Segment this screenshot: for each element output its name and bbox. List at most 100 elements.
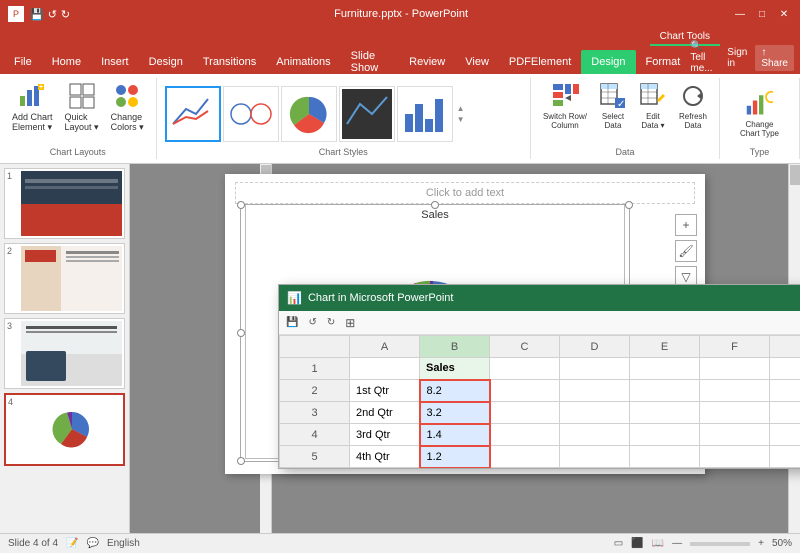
slide-thumb-2[interactable]: 2 bbox=[4, 243, 125, 314]
normal-view-button[interactable]: ▭ bbox=[614, 538, 623, 549]
refresh-data-button[interactable]: RefreshData bbox=[675, 80, 711, 132]
edit-data-button[interactable]: EditData ▾ bbox=[635, 80, 671, 132]
chart-style-2[interactable] bbox=[223, 86, 279, 142]
cell-d4[interactable] bbox=[560, 424, 630, 446]
cell-e4[interactable] bbox=[630, 424, 700, 446]
tab-review[interactable]: Review bbox=[399, 50, 455, 74]
cell-c3[interactable] bbox=[490, 402, 560, 424]
ss-save-button[interactable]: 💾 bbox=[283, 316, 301, 329]
cell-g5[interactable] bbox=[770, 446, 800, 468]
select-data-button[interactable]: ✓ SelectData bbox=[595, 80, 631, 132]
cell-d3[interactable] bbox=[560, 402, 630, 424]
col-header-b[interactable]: B bbox=[420, 336, 490, 358]
cell-f1[interactable] bbox=[700, 358, 770, 380]
tab-design[interactable]: Design bbox=[139, 50, 193, 74]
cell-c4[interactable] bbox=[490, 424, 560, 446]
cell-e3[interactable] bbox=[630, 402, 700, 424]
cell-b3[interactable]: 3.2 bbox=[420, 402, 490, 424]
change-colors-button[interactable]: ChangeColors ▾ bbox=[107, 80, 148, 135]
cell-c1[interactable] bbox=[490, 358, 560, 380]
cell-b5[interactable]: 1.2 bbox=[420, 446, 490, 468]
comments-button[interactable]: 💬 bbox=[87, 538, 99, 549]
col-header-a[interactable]: A bbox=[350, 336, 420, 358]
cell-f6[interactable] bbox=[700, 468, 770, 469]
cell-b1[interactable]: Sales bbox=[420, 358, 490, 380]
zoom-in-button[interactable]: + bbox=[758, 538, 764, 549]
tab-insert[interactable]: Insert bbox=[91, 50, 139, 74]
ss-redo-button[interactable]: ↻ bbox=[324, 316, 338, 329]
cell-c6[interactable] bbox=[490, 468, 560, 469]
slide-thumb-3[interactable]: 3 bbox=[4, 318, 125, 389]
tab-view[interactable]: View bbox=[455, 50, 499, 74]
chart-styles-scroll[interactable]: ▲ ▼ bbox=[455, 104, 467, 124]
reading-view-button[interactable]: 📖 bbox=[652, 538, 664, 549]
style-side-button[interactable]: 🖌 bbox=[675, 240, 697, 262]
text-placeholder[interactable]: Click to add text bbox=[235, 182, 695, 204]
cell-g4[interactable] bbox=[770, 424, 800, 446]
cell-d2[interactable] bbox=[560, 380, 630, 402]
tab-transitions[interactable]: Transitions bbox=[193, 50, 266, 74]
add-element-side-button[interactable]: + bbox=[675, 214, 697, 236]
tab-slideshow[interactable]: Slide Show bbox=[341, 50, 400, 74]
col-header-e[interactable]: E bbox=[630, 336, 700, 358]
col-header-f[interactable]: F bbox=[700, 336, 770, 358]
cell-g6[interactable] bbox=[770, 468, 800, 469]
ss-undo-button[interactable]: ↺ bbox=[305, 316, 319, 329]
cell-a6[interactable] bbox=[350, 468, 420, 469]
quick-layout-button[interactable]: QuickLayout ▾ bbox=[61, 80, 103, 135]
col-header-c[interactable]: C bbox=[490, 336, 560, 358]
col-header-d[interactable]: D bbox=[560, 336, 630, 358]
cell-f4[interactable] bbox=[700, 424, 770, 446]
cell-g2[interactable] bbox=[770, 380, 800, 402]
chart-style-3[interactable] bbox=[281, 86, 337, 142]
maximize-button[interactable]: □ bbox=[754, 6, 770, 22]
close-button[interactable]: ✕ bbox=[776, 6, 792, 22]
cell-c5[interactable] bbox=[490, 446, 560, 468]
handle-bl[interactable] bbox=[237, 457, 245, 465]
cell-e1[interactable] bbox=[630, 358, 700, 380]
tab-file[interactable]: File bbox=[4, 50, 42, 74]
cell-a3[interactable]: 2nd Qtr bbox=[350, 402, 420, 424]
cell-a4[interactable]: 3rd Qtr bbox=[350, 424, 420, 446]
zoom-out-button[interactable]: — bbox=[672, 538, 682, 549]
handle-ml[interactable] bbox=[237, 329, 245, 337]
col-header-g[interactable]: G bbox=[770, 336, 800, 358]
cell-a1[interactable] bbox=[350, 358, 420, 380]
redo-icon[interactable]: ↻ bbox=[61, 8, 70, 21]
tab-chart-format[interactable]: Format bbox=[636, 50, 691, 74]
cell-c2[interactable] bbox=[490, 380, 560, 402]
cell-g3[interactable] bbox=[770, 402, 800, 424]
cell-d5[interactable] bbox=[560, 446, 630, 468]
cell-g1[interactable] bbox=[770, 358, 800, 380]
slideshow-view-button[interactable]: ⬛ bbox=[631, 538, 643, 549]
chart-style-5[interactable] bbox=[397, 86, 453, 142]
chart-style-4[interactable] bbox=[339, 86, 395, 142]
cell-d1[interactable] bbox=[560, 358, 630, 380]
minimize-button[interactable]: — bbox=[732, 6, 748, 22]
cell-e5[interactable] bbox=[630, 446, 700, 468]
tell-me-input[interactable]: 🔍 Tell me... bbox=[690, 41, 719, 74]
cell-b4[interactable]: 1.4 bbox=[420, 424, 490, 446]
sign-in-button[interactable]: Sign in bbox=[727, 47, 747, 69]
cell-b6[interactable] bbox=[420, 468, 490, 469]
ss-table-button[interactable]: ⊞ bbox=[342, 315, 358, 331]
slide-thumb-4[interactable]: 4 bbox=[4, 393, 125, 466]
tab-animations[interactable]: Animations bbox=[266, 50, 340, 74]
tab-home[interactable]: Home bbox=[42, 50, 91, 74]
zoom-slider[interactable] bbox=[690, 542, 750, 546]
chart-style-1[interactable] bbox=[165, 86, 221, 142]
cell-b2[interactable]: 8.2 bbox=[420, 380, 490, 402]
change-chart-type-button[interactable]: ChangeChart Type bbox=[736, 88, 783, 140]
slide-thumb-1[interactable]: 1 bbox=[4, 168, 125, 239]
cell-d6[interactable] bbox=[560, 468, 630, 469]
cell-a5[interactable]: 4th Qtr bbox=[350, 446, 420, 468]
cell-a2[interactable]: 1st Qtr bbox=[350, 380, 420, 402]
cell-e6[interactable] bbox=[630, 468, 700, 469]
add-chart-element-button[interactable]: + Add ChartElement ▾ bbox=[8, 80, 57, 135]
switch-row-column-button[interactable]: Switch Row/Column bbox=[539, 80, 591, 132]
cell-e2[interactable] bbox=[630, 380, 700, 402]
cell-f2[interactable] bbox=[700, 380, 770, 402]
tab-pdfElement[interactable]: PDFElement bbox=[499, 50, 581, 74]
tab-chart-design[interactable]: Design bbox=[581, 50, 635, 74]
notes-button[interactable]: 📝 bbox=[66, 538, 78, 549]
